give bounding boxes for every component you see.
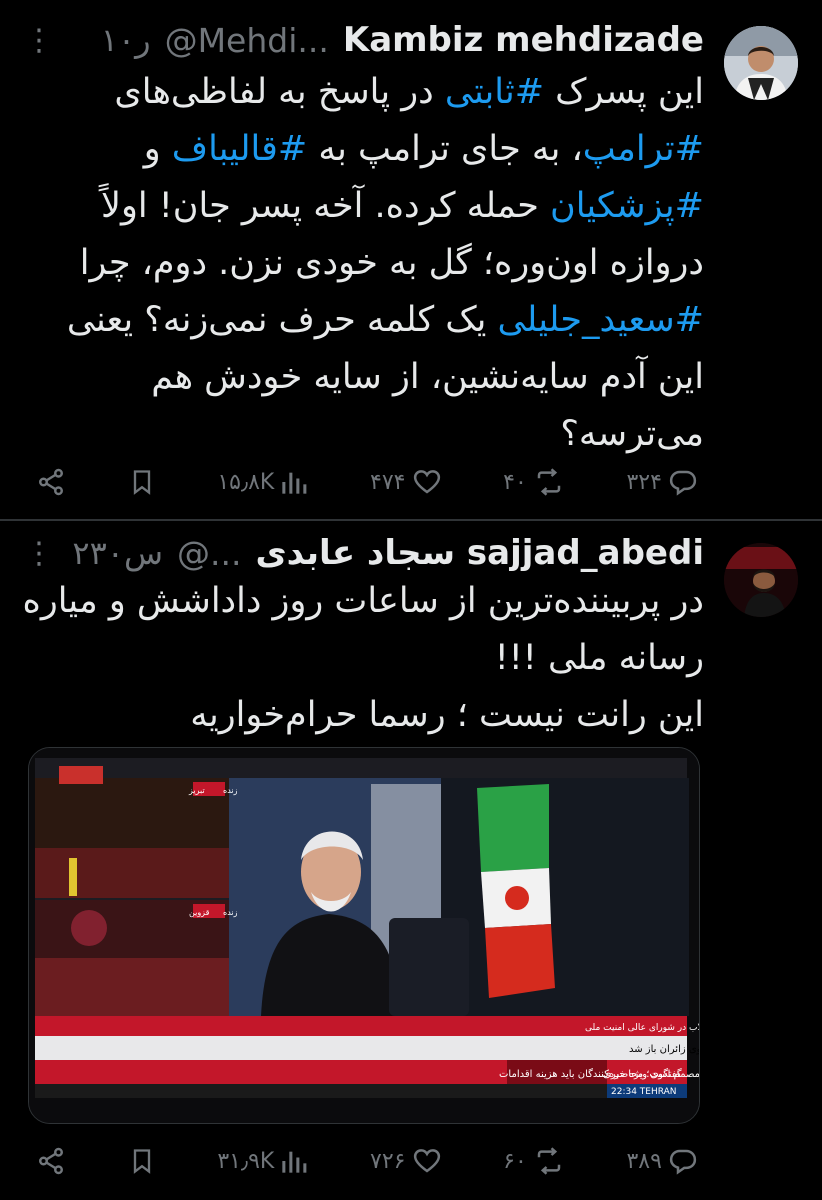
bookmark-button[interactable]: [128, 1146, 156, 1176]
text-line: #ترامپ، به جای ترامپ به #قالیباف و: [20, 121, 704, 178]
text-line: #سعید_جلیلی یک کلمه حرف نمی‌زنه؟ یعنی: [20, 292, 704, 349]
retweet-icon: [537, 468, 561, 496]
text-line: این پسرک #ثابتی در پاسخ به لفاظی‌های: [20, 64, 704, 121]
city-label: تبریز: [188, 786, 205, 795]
retweet-count: ۶۰: [503, 1148, 527, 1174]
share-button[interactable]: [36, 467, 66, 497]
tweet-header: سجاد عابدی sajjad_abedi @... ۲۳۰س ⋮: [24, 531, 704, 575]
share-icon: [39, 468, 63, 496]
tweet-header: Kambiz mehdizade @Mehdi... ۱۰ر ⋮: [24, 18, 704, 62]
attached-image[interactable]: سعید جلیلی . نماینده رهبر معظم انقلاب در…: [28, 747, 700, 1124]
text-segment: در پاسخ به لفاظی‌های: [114, 72, 445, 112]
views-icon: [282, 472, 307, 494]
like-button[interactable]: ۷۲۶: [370, 1146, 441, 1176]
share-button[interactable]: [36, 1146, 66, 1176]
text-segment: حمله کرده. آخه پسر جان! اولاً: [101, 186, 551, 226]
text-segment: می‌ترسه؟: [560, 414, 704, 454]
views-button[interactable]: ۱۵٫۸K: [217, 468, 308, 496]
more-options-icon[interactable]: ⋮: [24, 23, 54, 58]
text-line: در پربیننده‌ترین از ساعات روز داداشش و م…: [20, 573, 705, 630]
tweet[interactable]: Kambiz mehdizade @Mehdi... ۱۰ر ⋮ این پسر…: [0, 0, 822, 520]
text-line: می‌ترسه؟: [20, 406, 704, 463]
reply-icon: [669, 1149, 697, 1175]
tweet-text: این پسرک #ثابتی در پاسخ به لفاظی‌های #ترا…: [20, 64, 704, 463]
bookmark-button[interactable]: [128, 467, 156, 497]
hashtag-link[interactable]: #پزشکیان: [550, 186, 704, 226]
live-tag: زنده: [223, 908, 238, 917]
retweet-button[interactable]: ۶۰: [503, 1146, 565, 1176]
text-segment: در پربیننده‌ترین از ساعات روز داداشش و م…: [22, 581, 705, 621]
ticker-top: رواق دارالذکر حرم مطهر امام رضا (ع) برای…: [629, 1044, 699, 1055]
retweet-button[interactable]: ۴۰: [503, 467, 565, 497]
like-button[interactable]: ۴۷۴: [370, 467, 441, 497]
hashtag-link[interactable]: #ثابتی: [445, 72, 544, 112]
text-segment: ، به جای ترامپ به: [307, 129, 583, 169]
reply-button[interactable]: ۳۸۹: [626, 1146, 697, 1176]
text-segment: این آدم سایه‌نشین، از سایه خودش هم: [151, 357, 704, 397]
text-segment: رسانه ملی !!!: [494, 638, 704, 678]
like-count: ۷۲۶: [370, 1148, 406, 1174]
live-tag: زنده: [223, 786, 238, 795]
tv-broadcast-image: سعید جلیلی . نماینده رهبر معظم انقلاب در…: [29, 748, 699, 1123]
heart-icon: [413, 470, 440, 494]
tweet[interactable]: سجاد عابدی sajjad_abedi @... ۲۳۰س ⋮ در پ…: [0, 521, 822, 1200]
hashtag-link[interactable]: #سعید_جلیلی: [497, 300, 704, 340]
action-bar: ۳۱٫۹K ۷۲۶ ۶۰ ۳۸۹: [36, 1141, 698, 1181]
author-name[interactable]: Kambiz mehdizade: [343, 20, 704, 60]
bookmark-icon: [133, 470, 150, 495]
text-line: #پزشکیان حمله کرده. آخه پسر جان! اولاً: [20, 178, 704, 235]
views-button[interactable]: ۳۱٫۹K: [217, 1147, 308, 1175]
more-options-icon[interactable]: ⋮: [24, 536, 54, 571]
like-count: ۴۷۴: [370, 469, 406, 495]
reply-count: ۳۸۹: [626, 1148, 662, 1174]
hashtag-link[interactable]: #ترامپ: [583, 129, 704, 169]
text-segment: یک کلمه حرف نمی‌زنه؟ یعنی: [66, 300, 498, 340]
share-icon: [39, 1147, 63, 1175]
views-count: ۳۱٫۹K: [217, 1148, 275, 1174]
retweet-count: ۴۰: [503, 469, 527, 495]
program-label: گفتگوی ویژه خبری: [603, 1068, 682, 1080]
timestamp[interactable]: ۲۳۰س: [72, 534, 163, 572]
hashtag-link[interactable]: #قالیباف: [172, 129, 307, 169]
retweet-icon: [537, 1147, 561, 1175]
timestamp[interactable]: ۱۰ر: [101, 21, 151, 59]
avatar[interactable]: [724, 543, 798, 617]
text-line: دروازه اون‌وره؛ گل به خودی نزن. دوم، چرا: [20, 235, 704, 292]
text-segment: این پسرک: [544, 72, 704, 112]
reply-icon: [669, 470, 697, 496]
views-icon: [282, 1151, 307, 1173]
text-segment: و: [143, 129, 172, 169]
author-handle[interactable]: @...: [177, 534, 241, 573]
heart-icon: [413, 1149, 440, 1173]
views-count: ۱۵٫۸K: [217, 469, 275, 495]
broadcast-caption: سعید جلیلی . نماینده رهبر معظم انقلاب در…: [585, 1023, 699, 1033]
city-label: قزوین: [189, 908, 210, 917]
broadcast-clock: 22:34 TEHRAN: [611, 1087, 677, 1097]
text-segment: دروازه اون‌وره؛ گل به خودی نزن. دوم، چرا: [79, 243, 704, 283]
bookmark-icon: [133, 1149, 150, 1174]
tweet-text: در پربیننده‌ترین از ساعات روز داداشش و م…: [20, 573, 705, 744]
author-name[interactable]: سجاد عابدی sajjad_abedi: [255, 533, 704, 573]
author-handle[interactable]: @Mehdi...: [165, 21, 329, 60]
text-line: رسانه ملی !!!: [20, 630, 704, 687]
text-line: این آدم سایه‌نشین، از سایه خودش هم: [20, 349, 704, 406]
avatar[interactable]: [724, 26, 798, 100]
text-segment: این رانت نیست ؛ رسما حرام‌خواریه: [190, 695, 704, 735]
text-line: این رانت نیست ؛ رسما حرام‌خواریه: [20, 687, 704, 744]
action-bar: ۱۵٫۸K ۴۷۴ ۴۰ ۳۲۴: [36, 462, 698, 502]
reply-count: ۳۲۴: [626, 469, 662, 495]
reply-button[interactable]: ۳۲۴: [626, 467, 697, 497]
